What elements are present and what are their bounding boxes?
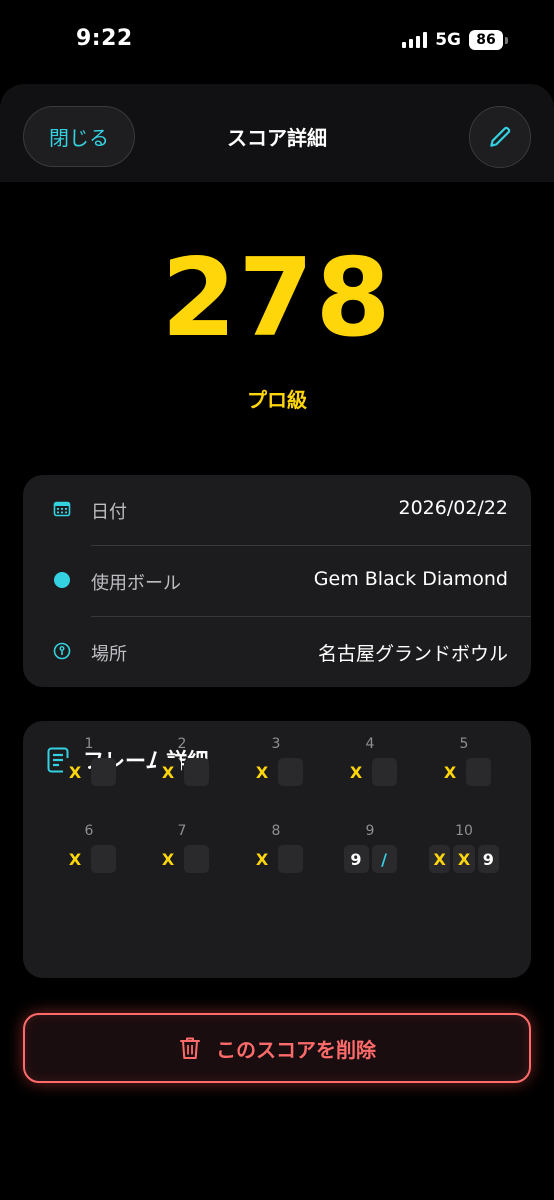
- frame-roll: X: [249, 758, 275, 786]
- delete-label: このスコアを削除: [216, 1037, 376, 1062]
- frame-rolls: X: [54, 845, 124, 873]
- frame-rolls: XX9: [429, 845, 499, 873]
- info-row-date: 日付 2026/02/22: [23, 475, 531, 546]
- frame-rolls: X: [147, 758, 217, 786]
- frame-roll: [277, 845, 303, 873]
- pencil-icon: [490, 126, 511, 147]
- date-value: 2026/02/22: [398, 497, 508, 519]
- frame-number: 1: [84, 736, 94, 752]
- frame-rolls: 9/: [335, 845, 405, 873]
- location-value: 名古屋グランドボウル: [317, 643, 508, 665]
- calendar-icon: [52, 499, 72, 519]
- frame-rolls: X: [335, 758, 405, 786]
- edit-button[interactable]: [469, 106, 531, 168]
- frame-9: 9 9/: [335, 823, 405, 893]
- frame-roll: X: [155, 758, 181, 786]
- frame-4: 4X: [335, 736, 405, 806]
- location-label: 場所: [91, 644, 127, 665]
- frame-roll: [183, 758, 209, 786]
- frame-roll: X: [249, 845, 275, 873]
- frame-number: 6: [84, 823, 94, 839]
- frame-roll: [90, 845, 116, 873]
- info-row-ball: 使用ボール Gem Black Diamond: [23, 546, 531, 617]
- frame-number: 9: [365, 823, 375, 839]
- frame-number: 5: [459, 736, 469, 752]
- frame-number: 2: [177, 736, 187, 752]
- frame-roll: /: [371, 845, 397, 873]
- signal-icon: [402, 32, 428, 48]
- frame-number: 7: [177, 823, 187, 839]
- frame-roll: X: [453, 845, 475, 873]
- frame-roll: X: [62, 845, 88, 873]
- frame-6: 6X: [54, 823, 124, 893]
- nav-bar: 閉じる スコア詳細: [0, 84, 554, 182]
- frame-rolls: X: [241, 845, 311, 873]
- frame-roll: X: [343, 758, 369, 786]
- frame-10: 10 X X 9: [429, 823, 499, 893]
- frame-roll: X: [429, 845, 451, 873]
- status-indicators: 5G 86: [402, 30, 508, 50]
- date-label: 日付: [91, 502, 127, 523]
- battery-level: 86: [469, 30, 503, 50]
- score-rank: プロ級: [247, 388, 307, 412]
- frame-3: 3X: [241, 736, 311, 806]
- frame-card: フレーム詳細 1 X 2 X 3 X 4 X 5 X 6 X 7 X 8 X 9 9/10 X X 9: [23, 721, 531, 978]
- trash-icon: [180, 1037, 200, 1059]
- frame-roll: [90, 758, 116, 786]
- info-row-location: 場所 名古屋グランドボウル: [23, 617, 531, 687]
- frame-number: 8: [271, 823, 281, 839]
- total-score: 278: [161, 236, 393, 361]
- frame-roll: 9: [343, 845, 369, 873]
- frame-roll: [277, 758, 303, 786]
- score-detail-sheet: 閉じる スコア詳細 278 プロ級 日付 2026/02/22 使用ボール Ge…: [0, 84, 554, 1200]
- network-type: 5G: [435, 30, 461, 50]
- frame-rolls: X: [429, 758, 499, 786]
- delete-score-button[interactable]: このスコアを削除: [23, 1013, 531, 1083]
- battery-icon: 86: [469, 30, 508, 50]
- frame-roll: X: [155, 845, 181, 873]
- ball-value: Gem Black Diamond: [313, 568, 508, 590]
- frame-8: 8X: [241, 823, 311, 893]
- frame-7: 7X: [147, 823, 217, 893]
- info-card: 日付 2026/02/22 使用ボール Gem Black Diamond 場所…: [23, 475, 531, 687]
- frame-roll: [465, 758, 491, 786]
- frame-number: 3: [271, 736, 281, 752]
- status-time: 9:22: [76, 26, 133, 51]
- location-icon: [52, 641, 72, 661]
- frame-rolls: X: [147, 845, 217, 873]
- frame-roll: [371, 758, 397, 786]
- frame-number: 10: [455, 823, 473, 839]
- ball-label: 使用ボール: [91, 573, 181, 594]
- status-bar: 9:22 5G 86: [0, 0, 554, 84]
- frame-2: 2X: [147, 736, 217, 806]
- frame-number: 4: [365, 736, 375, 752]
- frame-rolls: X: [241, 758, 311, 786]
- frame-5: 5X: [429, 736, 499, 806]
- frame-1: 1X: [54, 736, 124, 806]
- frame-roll: X: [437, 758, 463, 786]
- frame-roll: 9: [477, 845, 499, 873]
- ball-dot-icon: [52, 570, 72, 590]
- frame-rolls: X: [54, 758, 124, 786]
- frame-roll: [183, 845, 209, 873]
- frame-roll: X: [62, 758, 88, 786]
